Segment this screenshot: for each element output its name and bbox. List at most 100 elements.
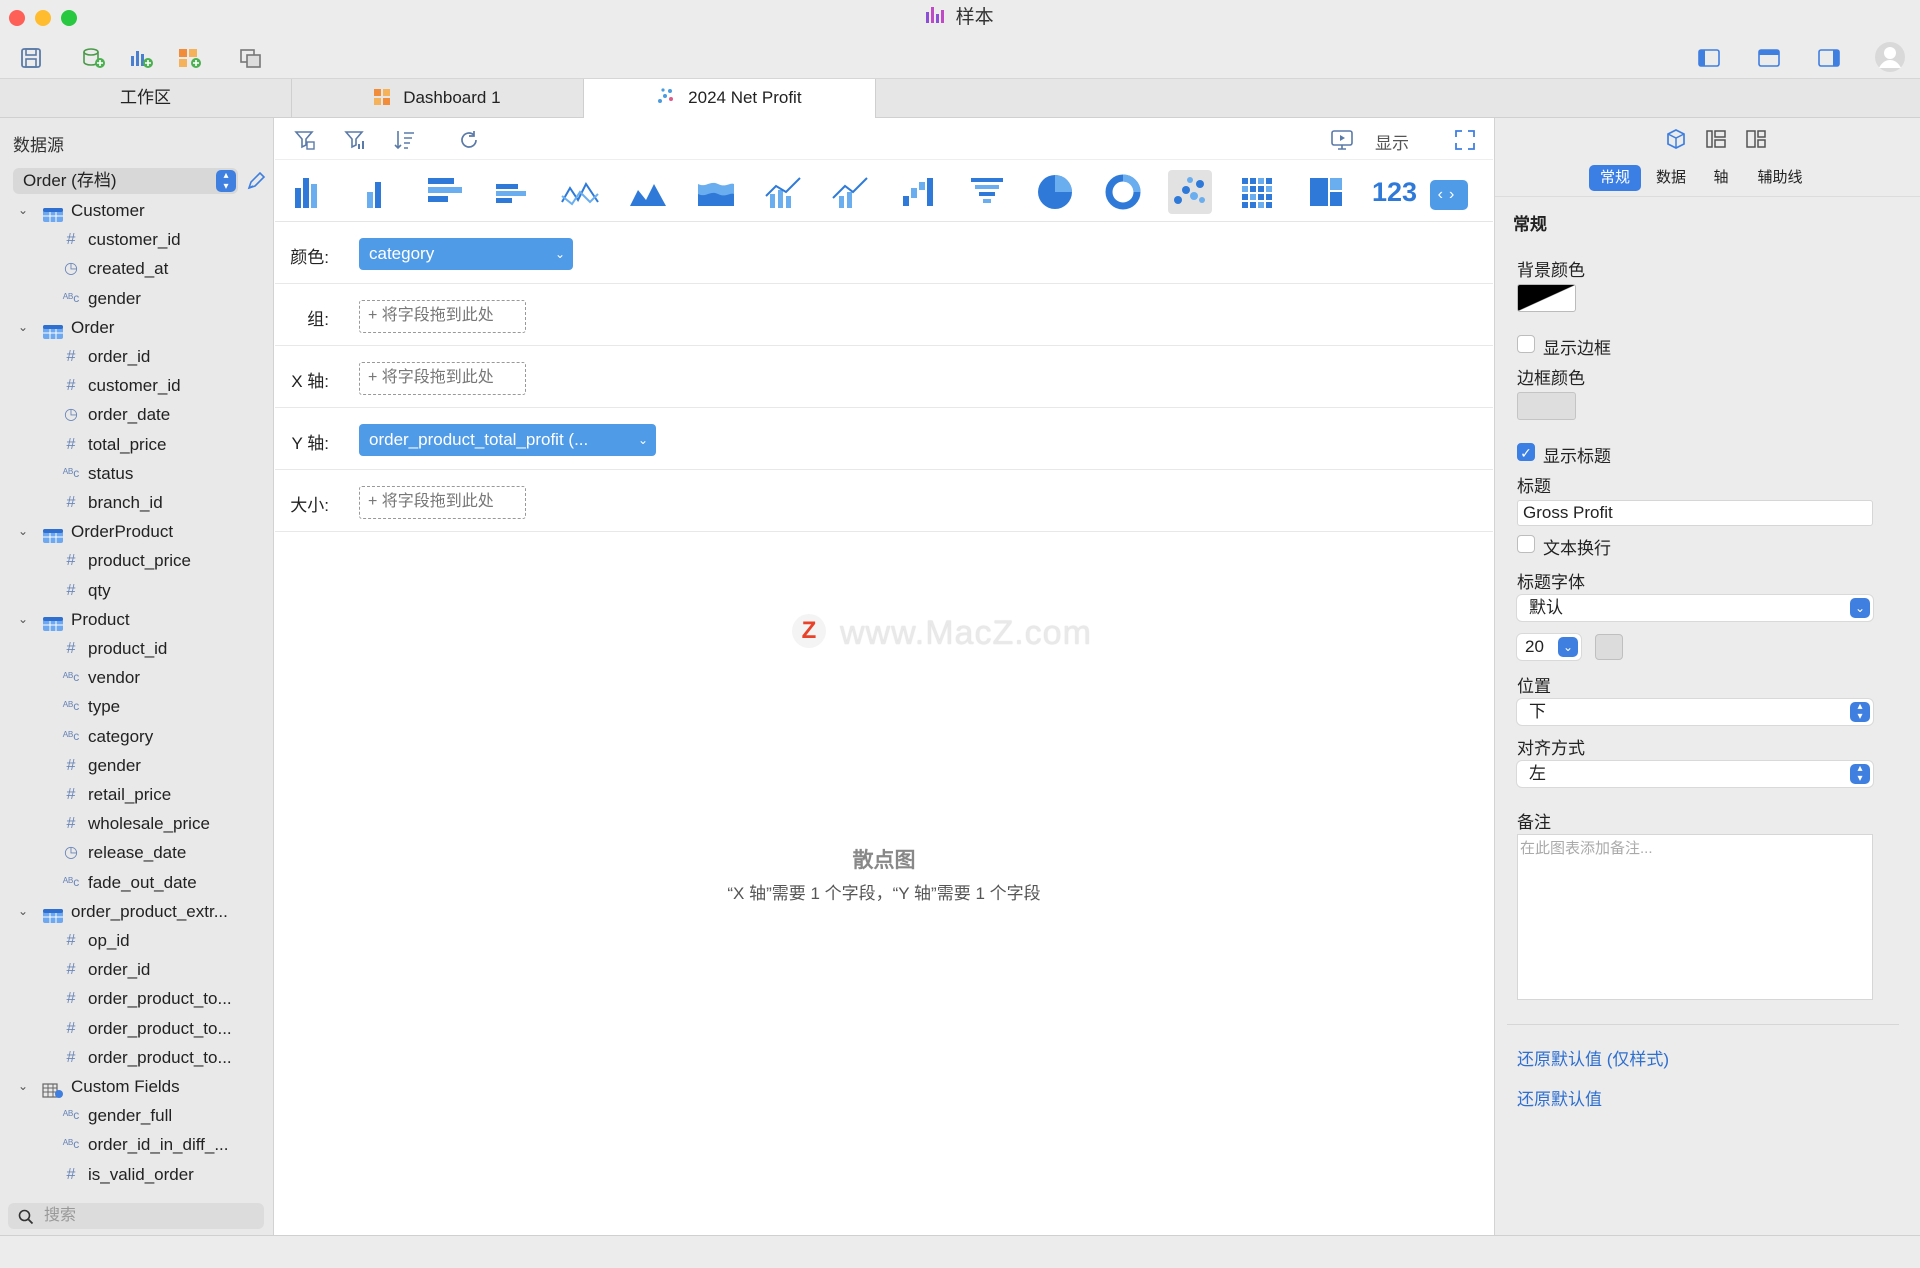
chevron-down-icon[interactable]: ⌄ xyxy=(18,605,28,634)
stacked-area-chart-icon[interactable] xyxy=(694,170,738,214)
title-font-select[interactable]: 默认 ⌄ xyxy=(1517,595,1873,621)
field-item[interactable]: ᴬᴮc fade_out_date xyxy=(0,868,272,897)
field-item[interactable]: ◷ created_at xyxy=(0,254,272,283)
field-item[interactable]: # customer_id xyxy=(0,371,272,400)
reset-style-link[interactable]: 还原默认值 (仅样式) xyxy=(1517,1045,1669,1070)
area-chart-icon[interactable] xyxy=(626,170,670,214)
chevron-down-icon[interactable]: ⌄ xyxy=(18,196,28,225)
filter-icon[interactable] xyxy=(293,128,317,157)
y-axis-field-pill[interactable]: order_product_total_profit (... ⌄ xyxy=(359,424,656,456)
show-title-checkbox[interactable]: ✓ xyxy=(1517,443,1535,461)
x-axis-drop-zone[interactable]: + 将字段拖到此处 xyxy=(359,362,526,395)
field-item[interactable]: # op_id xyxy=(0,926,272,955)
field-item[interactable]: # order_id xyxy=(0,955,272,984)
border-color-swatch[interactable] xyxy=(1517,392,1576,420)
fullscreen-icon[interactable] xyxy=(1453,128,1477,157)
field-item[interactable]: # wholesale_price xyxy=(0,809,272,838)
field-item[interactable]: ᴬᴮc vendor xyxy=(0,663,272,692)
tab-2024-net-profit[interactable]: 2024 Net Profit xyxy=(584,79,876,119)
notes-textarea[interactable]: 在此图表添加备注... xyxy=(1517,834,1873,1000)
tab-axis[interactable]: 轴 xyxy=(1701,165,1741,191)
waterfall-chart-icon[interactable] xyxy=(897,170,941,214)
field-item[interactable]: # gender xyxy=(0,751,272,780)
bg-color-swatch[interactable] xyxy=(1517,284,1576,312)
tab-general[interactable]: 常规 xyxy=(1589,165,1641,191)
duplicate-icon[interactable] xyxy=(238,46,264,70)
color-field-pill[interactable]: category ⌄ xyxy=(359,238,573,270)
minimize-window-button[interactable] xyxy=(35,10,51,26)
field-item[interactable]: # qty xyxy=(0,576,272,605)
toggle-left-panel-icon[interactable] xyxy=(1696,46,1722,70)
title-input[interactable]: Gross Profit xyxy=(1517,500,1873,526)
user-avatar-icon[interactable] xyxy=(1874,41,1906,73)
new-dashboard-icon[interactable] xyxy=(176,46,202,70)
field-item[interactable]: # total_price xyxy=(0,430,272,459)
bar-chart-icon[interactable] xyxy=(422,170,466,214)
refresh-icon[interactable] xyxy=(457,128,481,157)
tree-group-custom-fields[interactable]: ⌄ Custom Fields xyxy=(0,1072,272,1101)
zoom-window-button[interactable] xyxy=(61,10,77,26)
toggle-right-panel-icon[interactable] xyxy=(1816,46,1842,70)
tree-group-table[interactable]: ⌄ Customer xyxy=(0,196,272,225)
chevron-down-icon[interactable]: ⌄ xyxy=(18,517,28,546)
font-size-select[interactable]: 20 ⌄ xyxy=(1517,634,1581,660)
field-item[interactable]: # order_id xyxy=(0,342,272,371)
combo-chart-icon[interactable] xyxy=(762,170,806,214)
panel-split-icon[interactable] xyxy=(1745,128,1767,155)
tab-data[interactable]: 数据 xyxy=(1645,165,1697,191)
sort-icon[interactable] xyxy=(393,128,417,157)
column-chart-icon[interactable] xyxy=(287,170,331,214)
grouped-bar-chart-icon[interactable] xyxy=(490,170,534,214)
field-item[interactable]: # order_product_to... xyxy=(0,984,272,1013)
tab-workspace[interactable]: 工作区 xyxy=(0,79,292,118)
layout-icon[interactable] xyxy=(1705,128,1727,155)
wrap-text-checkbox[interactable] xyxy=(1517,535,1535,553)
tree-group-table[interactable]: ⌄ Order xyxy=(0,313,272,342)
field-item[interactable]: # customer_id xyxy=(0,225,272,254)
field-item[interactable]: ᴬᴮc status xyxy=(0,459,272,488)
tree-group-table[interactable]: ⌄ order_product_extr... xyxy=(0,897,272,926)
field-item[interactable]: ◷ release_date xyxy=(0,838,272,867)
field-item[interactable]: # product_price xyxy=(0,546,272,575)
close-window-button[interactable] xyxy=(9,10,25,26)
edit-source-icon[interactable] xyxy=(245,170,267,192)
field-item[interactable]: ᴬᴮc gender_full xyxy=(0,1101,272,1130)
present-label[interactable]: 显示 xyxy=(1375,129,1409,154)
aggregate-filter-icon[interactable] xyxy=(343,128,367,157)
field-item[interactable]: ᴬᴮc type xyxy=(0,692,272,721)
tree-group-table[interactable]: ⌄ OrderProduct xyxy=(0,517,272,546)
alignment-select[interactable]: 左 ▴ ▾ xyxy=(1517,761,1873,787)
new-chart-icon[interactable] xyxy=(128,46,154,70)
group-drop-zone[interactable]: + 将字段拖到此处 xyxy=(359,300,526,333)
field-item[interactable]: # branch_id xyxy=(0,488,272,517)
donut-chart-icon[interactable] xyxy=(1101,170,1145,214)
chevron-down-icon[interactable]: ⌄ xyxy=(18,313,28,342)
cube-icon[interactable] xyxy=(1665,128,1687,155)
reset-all-link[interactable]: 还原默认值 xyxy=(1517,1085,1602,1110)
chevron-down-icon[interactable]: ⌄ xyxy=(18,897,28,926)
heatmap-chart-icon[interactable] xyxy=(1236,170,1280,214)
grouped-column-chart-icon[interactable] xyxy=(355,170,399,214)
present-mode-icon[interactable] xyxy=(1330,128,1354,157)
size-drop-zone[interactable]: + 将字段拖到此处 xyxy=(359,486,526,519)
treemap-chart-icon[interactable] xyxy=(1304,170,1348,214)
field-item[interactable]: ᴬᴮc gender xyxy=(0,284,272,313)
chart-type-scroll-arrows[interactable]: ‹› xyxy=(1430,180,1468,210)
tab-reference-lines[interactable]: 辅助线 xyxy=(1745,165,1815,191)
field-item[interactable]: # retail_price xyxy=(0,780,272,809)
toggle-top-panel-icon[interactable] xyxy=(1756,46,1782,70)
scatter-chart-type-icon[interactable] xyxy=(1168,170,1212,214)
search-field[interactable]: 搜索 xyxy=(8,1203,264,1229)
show-border-checkbox[interactable] xyxy=(1517,335,1535,353)
funnel-chart-icon[interactable] xyxy=(965,170,1009,214)
title-font-color-swatch[interactable] xyxy=(1595,634,1623,660)
line-chart-icon[interactable] xyxy=(558,170,602,214)
number-chart-icon[interactable]: 123 xyxy=(1372,170,1424,214)
field-item[interactable]: ◷ order_date xyxy=(0,400,272,429)
field-item[interactable]: ᴬᴮc order_id_in_diff_... xyxy=(0,1130,272,1159)
field-item[interactable]: # is_valid_order xyxy=(0,1160,272,1189)
tab-dashboard-1[interactable]: Dashboard 1 xyxy=(292,79,584,118)
tree-group-table[interactable]: ⌄ Product xyxy=(0,605,272,634)
pie-chart-icon[interactable] xyxy=(1033,170,1077,214)
field-item[interactable]: # order_product_to... xyxy=(0,1014,272,1043)
